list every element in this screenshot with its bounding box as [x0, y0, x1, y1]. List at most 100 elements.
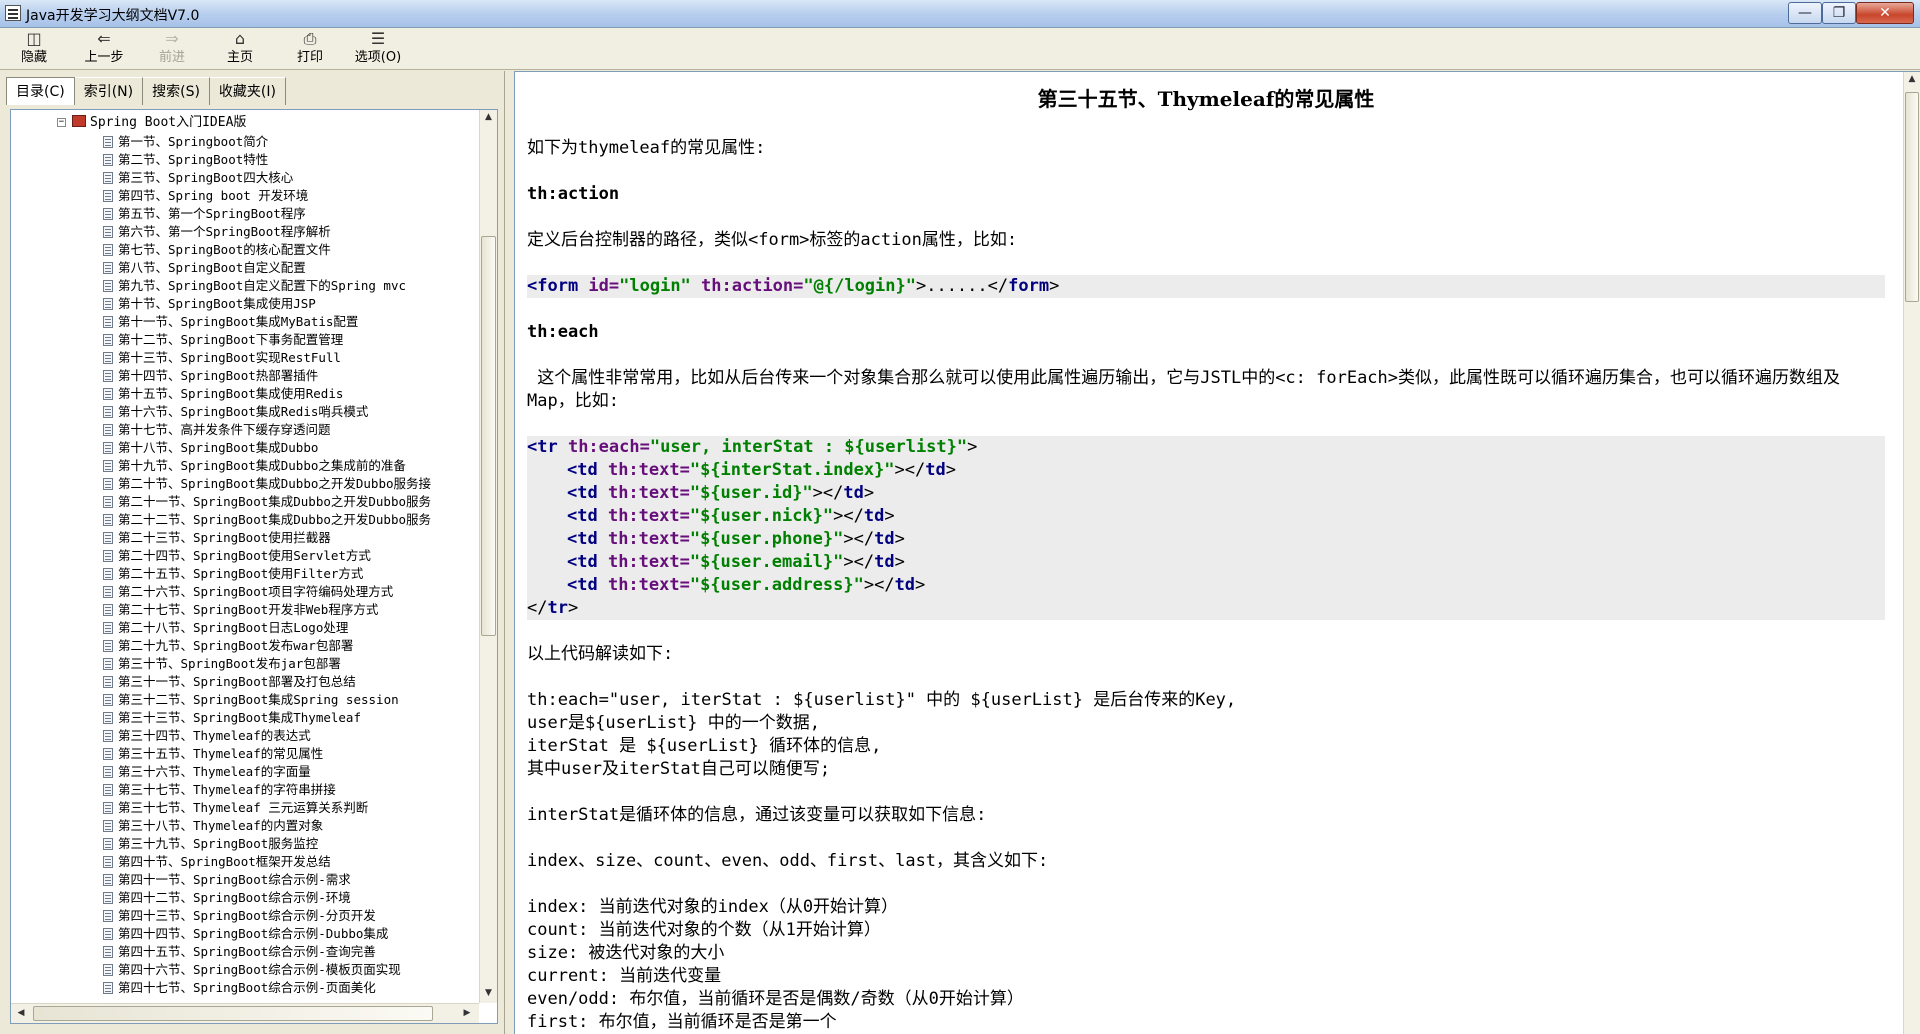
- tree-item-label: 第十五节、SpringBoot集成使用Redis: [118, 386, 344, 401]
- print-button[interactable]: ⎙ 打印: [278, 29, 342, 69]
- tree-item[interactable]: 第三十九节、SpringBoot服务监控: [103, 835, 431, 853]
- options-button[interactable]: ☰ 选项(O): [346, 29, 410, 69]
- tree-item[interactable]: 第十七节、高并发条件下缓存穿透问题: [103, 421, 431, 439]
- tree-item[interactable]: 第十九节、SpringBoot集成Dubbo之集成前的准备: [103, 457, 431, 475]
- tree-item[interactable]: 第四十二节、SpringBoot综合示例-环境: [103, 889, 431, 907]
- tree-item[interactable]: 第四十节、SpringBoot框架开发总结: [103, 853, 431, 871]
- maximize-button[interactable]: ❐: [1822, 2, 1856, 24]
- content-scroll-thumb[interactable]: [1905, 92, 1919, 302]
- minimize-icon: —: [1798, 5, 1812, 21]
- tree-item[interactable]: 第四十三节、SpringBoot综合示例-分页开发: [103, 907, 431, 925]
- tree-item[interactable]: 第四十六节、SpringBoot综合示例-模板页面实现: [103, 961, 431, 979]
- tab-search[interactable]: 搜索(S): [143, 77, 210, 105]
- tree-item[interactable]: 第二十三节、SpringBoot使用拦截器: [103, 529, 431, 547]
- meaning-line: first: 布尔值，当前循环是否是第一个: [527, 1012, 837, 1032]
- tree-item[interactable]: 第十二节、SpringBoot下事务配置管理: [103, 331, 431, 349]
- code-token: <td: [567, 460, 598, 480]
- tree-item[interactable]: 第二十六节、SpringBoot项目字符编码处理方式: [103, 583, 431, 601]
- tree-item[interactable]: 第二十七节、SpringBoot开发非Web程序方式: [103, 601, 431, 619]
- tree-item-list: 第一节、Springboot简介 第二节、SpringBoot特性第三节、Spri…: [103, 133, 431, 997]
- back-button[interactable]: ⇐ 上一步: [72, 29, 136, 69]
- meaning-line: index: 当前迭代对象的index（从0开始计算）: [527, 897, 899, 917]
- scroll-left-icon[interactable]: ◀: [15, 1008, 27, 1018]
- home-button[interactable]: ⌂ 主页: [208, 29, 272, 69]
- tree-item[interactable]: 第五节、第一个SpringBoot程序: [103, 205, 431, 223]
- tree-horizontal-scrollbar[interactable]: ◀ ▶: [11, 1003, 479, 1023]
- code-token: th:text=: [597, 483, 690, 503]
- tree-item[interactable]: 第四十五节、SpringBoot综合示例-查询完善: [103, 943, 431, 961]
- tab-contents[interactable]: 目录(C): [6, 77, 75, 105]
- tree-item[interactable]: 第三十四节、Thymeleaf的表达式: [103, 727, 431, 745]
- tree-item[interactable]: 第二十五节、SpringBoot使用Filter方式: [103, 565, 431, 583]
- tree-item[interactable]: 第四十四节、SpringBoot综合示例-Dubbo集成: [103, 925, 431, 943]
- tree-item[interactable]: 第七节、SpringBoot的核心配置文件: [103, 241, 431, 259]
- code-token: td: [863, 506, 885, 526]
- tree-item-label: 第四十二节、SpringBoot综合示例-环境: [118, 890, 351, 905]
- code-token: td: [925, 460, 946, 480]
- collapse-icon[interactable]: −: [57, 118, 66, 127]
- tree-item[interactable]: 第十一节、SpringBoot集成MyBatis配置: [103, 313, 431, 331]
- tree-item[interactable]: 第四节、Spring boot 开发环境: [103, 187, 431, 205]
- tree-item[interactable]: 第三十节、SpringBoot发布jar包部署: [103, 655, 431, 673]
- tree-item[interactable]: 第四十一节、SpringBoot综合示例-需求: [103, 871, 431, 889]
- close-button[interactable]: ✕: [1856, 2, 1914, 24]
- tree-item-label: 第二十五节、SpringBoot使用Filter方式: [118, 566, 364, 581]
- tree-vertical-scrollbar[interactable]: ▲ ▼: [479, 110, 497, 1003]
- tree-item[interactable]: 第二十九节、SpringBoot发布war包部署: [103, 637, 431, 655]
- meaning-line: size: 被迭代对象的大小: [527, 943, 725, 963]
- tree-item-label: 第二节、SpringBoot特性: [118, 152, 269, 167]
- app-icon: [5, 5, 21, 21]
- tree-item[interactable]: 第四十七节、SpringBoot综合示例-页面美化: [103, 979, 431, 997]
- tree-item[interactable]: 第三十七节、Thymeleaf的字符串拼接: [103, 781, 431, 799]
- options-icon: ☰: [370, 29, 386, 48]
- tree-item[interactable]: 第三十六节、Thymeleaf的字面量: [103, 763, 431, 781]
- tree-item[interactable]: 第二十一节、SpringBoot集成Dubbo之开发Dubbo服务: [103, 493, 431, 511]
- tree-item[interactable]: 第二节、SpringBoot特性: [103, 151, 431, 169]
- tree-item[interactable]: 第三十二节、SpringBoot集成Spring session: [103, 691, 431, 709]
- article: 第三十五节、Thymeleaf的常见属性 如下为thymeleaf的常见属性: …: [527, 72, 1885, 1034]
- tree-item[interactable]: 第九节、SpringBoot自定义配置下的Spring mvc: [103, 277, 431, 295]
- tree-item[interactable]: 第三十一节、SpringBoot部署及打包总结: [103, 673, 431, 691]
- tree-item[interactable]: 第三节、SpringBoot四大核心: [103, 169, 431, 187]
- tab-favorites[interactable]: 收藏夹(I): [209, 77, 286, 105]
- tree-item[interactable]: 第十八节、SpringBoot集成Dubbo: [103, 439, 431, 457]
- tree-item[interactable]: 第十五节、SpringBoot集成使用Redis: [103, 385, 431, 403]
- tree-root-node[interactable]: − Spring Boot入门IDEA版: [57, 115, 246, 131]
- tree-item[interactable]: 第三十五节、Thymeleaf的常见属性: [103, 745, 431, 763]
- tree-item[interactable]: 第二十四节、SpringBoot使用Servlet方式: [103, 547, 431, 565]
- code-token: >: [894, 529, 905, 549]
- forward-button[interactable]: ⇒ 前进: [140, 29, 204, 69]
- tree-item[interactable]: 第二十节、SpringBoot集成Dubbo之开发Dubbo服务接: [103, 475, 431, 493]
- tree-item-label: 第十二节、SpringBoot下事务配置管理: [118, 332, 344, 347]
- code-token: "${interStat.index}": [689, 460, 895, 480]
- code-token: <form: [527, 276, 579, 296]
- tree-item[interactable]: 第十四节、SpringBoot热部署插件: [103, 367, 431, 385]
- tree-item[interactable]: 第二十二节、SpringBoot集成Dubbo之开发Dubbo服务: [103, 511, 431, 529]
- scroll-up-icon[interactable]: ▲: [1904, 74, 1920, 84]
- tree-hscroll-thumb[interactable]: [33, 1006, 433, 1021]
- tree-item[interactable]: 第三十三节、SpringBoot集成Thymeleaf: [103, 709, 431, 727]
- tree-scroll-thumb[interactable]: [481, 236, 496, 636]
- tree-item[interactable]: 第二十八节、SpringBoot日志Logo处理: [103, 619, 431, 637]
- content-vertical-scrollbar[interactable]: ▲: [1903, 72, 1920, 1034]
- tree-item[interactable]: 第十三节、SpringBoot实现RestFull: [103, 349, 431, 367]
- tree-item[interactable]: 第三十七节、Thymeleaf 三元运算关系判断: [103, 799, 431, 817]
- page-icon: [103, 820, 113, 832]
- page-icon: [103, 730, 113, 742]
- tab-index[interactable]: 索引(N): [74, 77, 144, 105]
- minimize-button[interactable]: —: [1788, 2, 1822, 24]
- tree-item[interactable]: 第一节、Springboot简介: [103, 133, 431, 151]
- scroll-down-icon[interactable]: ▼: [480, 988, 497, 998]
- tree-item[interactable]: 第六节、第一个SpringBoot程序解析: [103, 223, 431, 241]
- code-token: >: [945, 460, 956, 480]
- tree-item-label: 第四节、Spring boot 开发环境: [118, 188, 309, 203]
- tree-item[interactable]: 第八节、SpringBoot自定义配置: [103, 259, 431, 277]
- code-token: ></: [843, 552, 875, 572]
- hide-button[interactable]: ◫ 隐藏: [2, 29, 66, 69]
- tree-item[interactable]: 第十六节、SpringBoot集成Redis哨兵模式: [103, 403, 431, 421]
- scroll-right-icon[interactable]: ▶: [461, 1008, 473, 1018]
- tree-item[interactable]: 第三十八节、Thymeleaf的内置对象: [103, 817, 431, 835]
- scroll-up-icon[interactable]: ▲: [480, 112, 497, 122]
- tree-item[interactable]: 第十节、SpringBoot集成使用JSP: [103, 295, 431, 313]
- tree-item-label: 第四十七节、SpringBoot综合示例-页面美化: [118, 980, 376, 995]
